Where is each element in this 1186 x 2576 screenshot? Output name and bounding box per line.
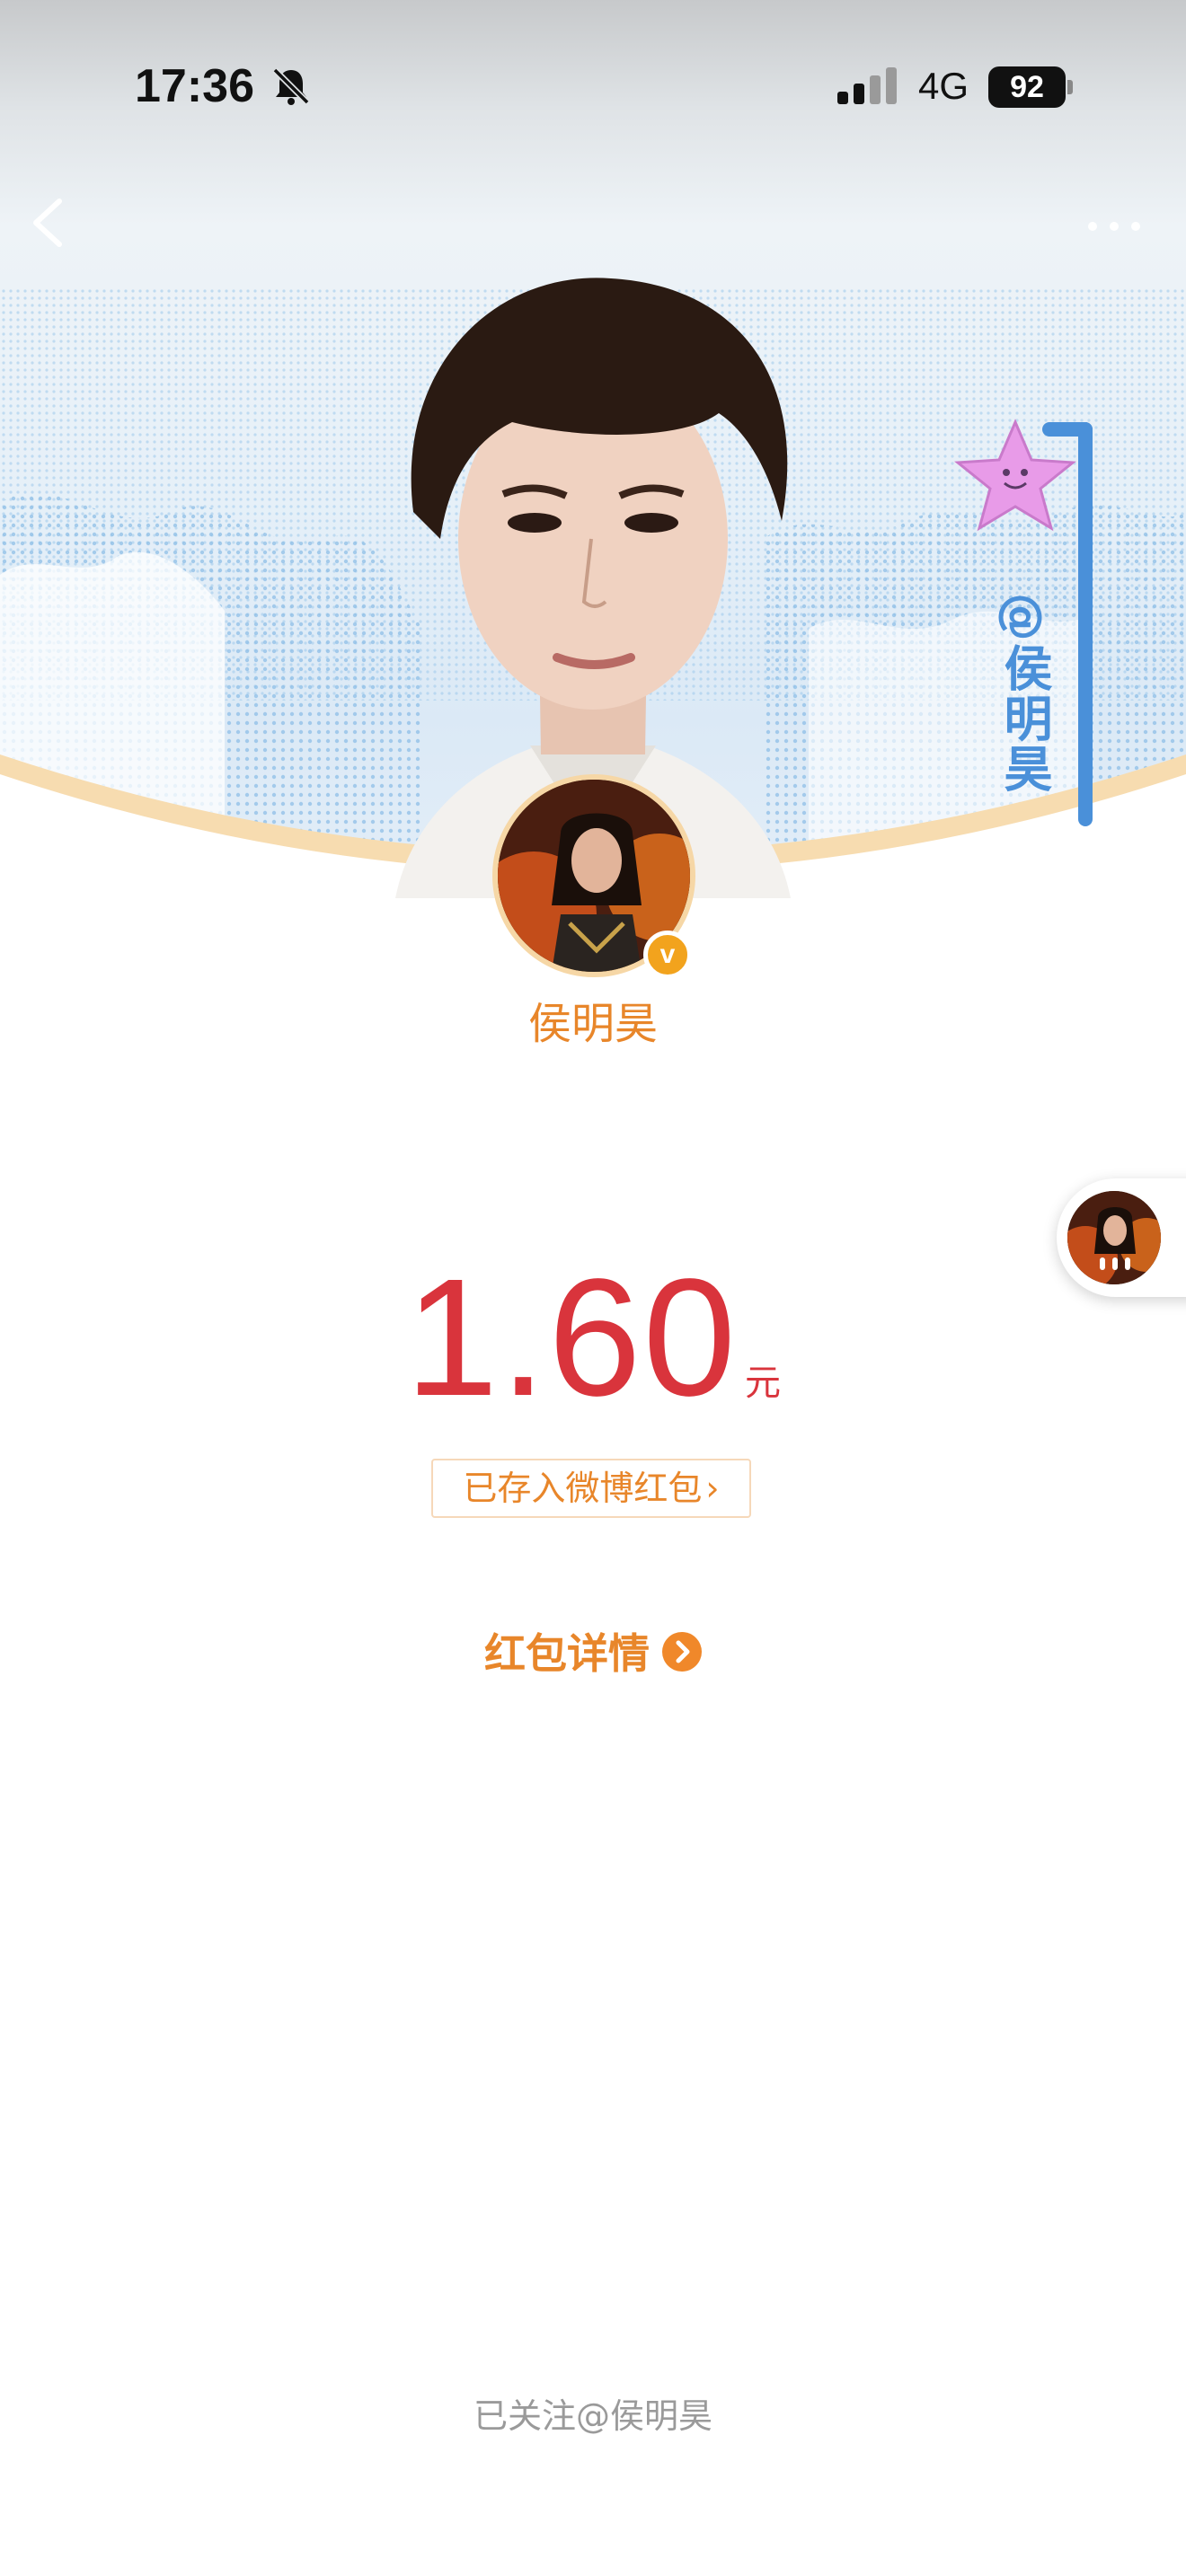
amount-unit: 元 [745, 1363, 781, 1404]
sender-name[interactable]: 侯明昊 [0, 995, 1186, 1053]
status-time: 17:36 [135, 60, 254, 112]
red-packet-result-page: @侯明昊 17:36 4G 92 v 侯明昊 1.60 元 已存入微博红包 › … [0, 0, 1186, 2576]
battery-indicator: 92 [988, 66, 1075, 108]
amount-value: 1.60 [404, 1245, 738, 1431]
chevron-circle-right-icon [662, 1632, 702, 1672]
red-packet-details-button[interactable]: 红包详情 [0, 1622, 1186, 1685]
battery-level: 92 [988, 66, 1066, 108]
status-bar: 17:36 4G 92 [0, 0, 1186, 171]
bell-slash-icon [272, 67, 310, 105]
more-dots-icon[interactable] [1082, 201, 1146, 251]
chevron-right-icon: › [705, 1469, 720, 1508]
saved-to-wallet-label: 已存入微博红包 [463, 1469, 703, 1508]
red-packet-details-label: 红包详情 [484, 1629, 650, 1678]
star-tag-text: @侯明昊 [996, 593, 1052, 794]
followed-status-text: 已关注@侯明昊 [473, 2396, 712, 2436]
saved-to-wallet-link[interactable]: 已存入微博红包 › [431, 1459, 751, 1518]
network-type: 4G [918, 65, 969, 107]
battery-tip [1067, 80, 1073, 94]
verified-badge-icon: v [643, 931, 692, 979]
signal-bars-icon [837, 67, 897, 104]
amount-row: 1.60 元 [0, 1248, 1186, 1428]
back-button[interactable] [23, 196, 77, 250]
